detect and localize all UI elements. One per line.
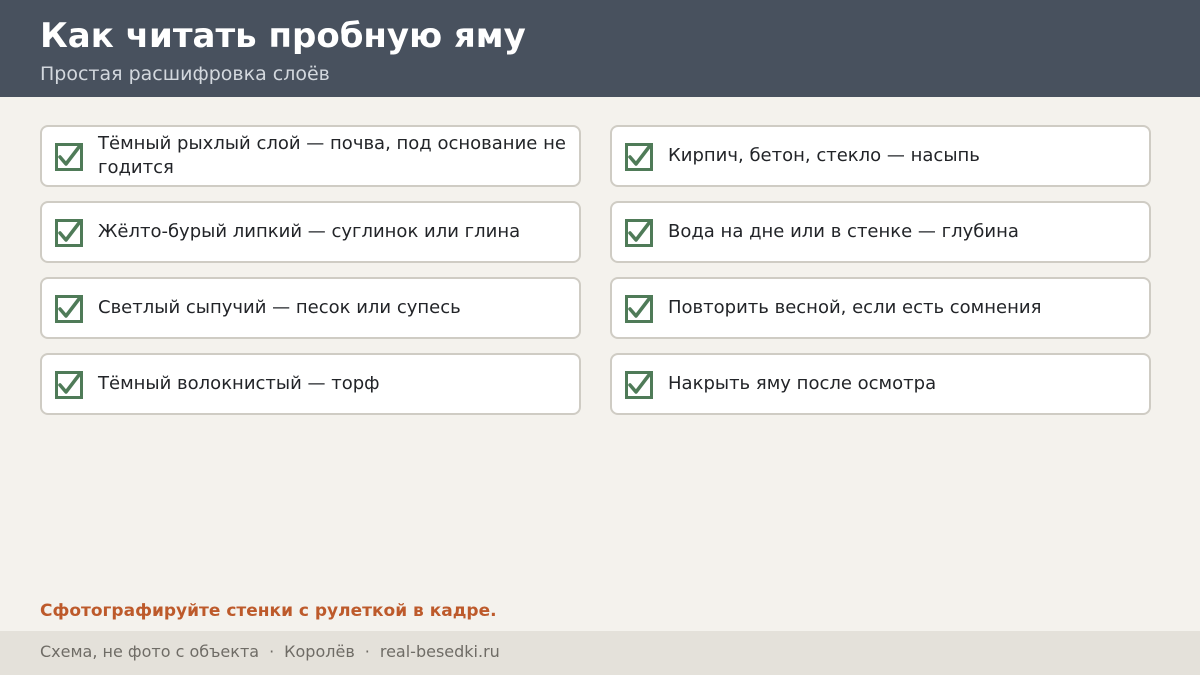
footer-bar: Схема, не фото с объекта · Королёв · real-be… [0,631,1200,675]
footer-separator: · [269,642,275,661]
checklist-item-sand: Светлый сыпучий — песок или супесь [40,277,581,339]
checklist-item-fill: Кирпич, бетон, стекло — насыпь [610,125,1151,187]
page-subtitle: Простая расшифровка слоёв [40,63,330,85]
checkbox-checked-icon [625,371,653,399]
footer-city: Королёв [284,642,355,661]
photo-tip: Сфотографируйте стенки с рулеткой в кадр… [40,601,497,621]
checklist-item-cover: Накрыть яму после осмотра [610,353,1151,415]
checkbox-checked-icon [55,219,83,247]
checklist-item-text: Вода на дне или в стенке — глубина [668,221,1019,242]
footer-credits: Схема, не фото с объекта · Королёв · real-be… [40,641,500,663]
footer-note: Схема, не фото с объекта [40,642,260,661]
checklist-item-repeat: Повторить весной, если есть сомнения [610,277,1151,339]
checklist-item-text: Тёмный волокнистый — торф [98,373,380,394]
footer-separator: · [364,642,370,661]
checklist-item-peat: Тёмный волокнистый — торф [40,353,581,415]
checklist-item-text: Жёлто-бурый липкий — суглинок или глина [98,221,521,242]
checklist-item-text: Повторить весной, если есть сомнения [668,297,1042,318]
checklist-item-loam: Жёлто-бурый липкий — суглинок или глина [40,201,581,263]
checklist-item-text: Тёмный рыхлый слой — почва, под основани… [98,133,566,178]
checklist-item-soil: Тёмный рыхлый слой — почва, под основани… [40,125,581,187]
checkbox-checked-icon [625,295,653,323]
checkbox-checked-icon [55,371,83,399]
checkbox-checked-icon [55,295,83,323]
checkbox-checked-icon [625,219,653,247]
checklist-item-water: Вода на дне или в стенке — глубина [610,201,1151,263]
header-bar: Как читать пробную яму Простая расшифров… [0,0,1200,97]
checklist-item-text: Светлый сыпучий — песок или супесь [98,297,461,318]
footer-site: real-besedki.ru [379,642,500,661]
page-title: Как читать пробную яму [40,16,526,56]
checkbox-checked-icon [55,143,83,171]
checklist-item-text: Кирпич, бетон, стекло — насыпь [668,145,980,166]
checkbox-checked-icon [625,143,653,171]
checklist-item-text: Накрыть яму после осмотра [668,373,937,394]
